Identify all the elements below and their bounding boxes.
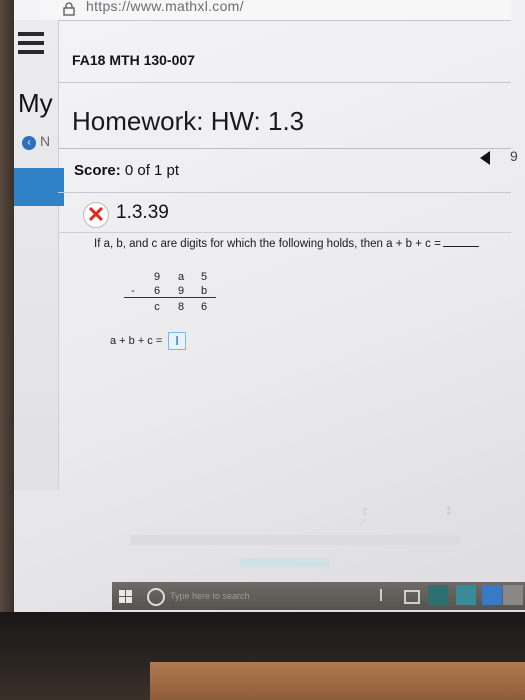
incorrect-x-icon: ✕ [83, 202, 109, 228]
hamburger-menu-icon[interactable] [18, 32, 44, 54]
faint-toolbar-marks: ‡ ⁑ ⁄ [362, 507, 490, 529]
answer-label: a + b + c = [110, 335, 163, 347]
faint-progress-bar [240, 558, 330, 567]
question-prompt: If a, b, and c are digits for which the … [94, 238, 441, 250]
divider [58, 82, 511, 83]
subtraction-rule [124, 297, 216, 298]
score-value: 0 of 1 pt [124, 162, 180, 179]
difference-digit-1: c [154, 301, 160, 313]
sidebar-active-tab[interactable] [14, 168, 64, 206]
minuend-digit-2: a [177, 271, 185, 283]
taskbar-app-icon[interactable] [428, 585, 448, 605]
previous-question-icon[interactable] [480, 151, 490, 165]
mic-icon[interactable] [380, 589, 392, 601]
lock-icon [63, 2, 75, 16]
faint-footer-bar [130, 535, 460, 545]
subtrahend-digit-3: b [200, 285, 208, 297]
homework-title: Homework: HW: 1.3 [72, 106, 305, 136]
course-title: FA18 MTH 130-007 [72, 52, 195, 68]
back-arrow-icon[interactable]: ‹ [22, 136, 36, 150]
desk-surface [150, 662, 525, 700]
divider [58, 192, 511, 193]
score-line: Score: 0 of 1 pt [74, 162, 179, 179]
task-view-icon[interactable] [404, 590, 420, 604]
answer-input[interactable]: I [168, 332, 186, 350]
minuend-digit-1: 9 [153, 271, 161, 283]
difference-digit-3: 6 [200, 301, 208, 313]
subtrahend-digit-1: 6 [153, 285, 161, 297]
browser-url[interactable]: https://www.mathxl.com/ [86, 0, 244, 14]
subtrahend-digit-2: 9 [177, 285, 185, 297]
minuend-digit-3: 5 [200, 271, 208, 283]
score-label: Score: [74, 162, 121, 179]
problem-id: 1.3.39 [116, 202, 169, 223]
question-blank [442, 246, 479, 247]
cortana-search-icon[interactable] [147, 588, 165, 606]
taskbar-app-icon[interactable] [503, 585, 523, 605]
taskbar-app-icon[interactable] [456, 585, 476, 605]
windows-start-icon[interactable] [112, 582, 140, 610]
divider [58, 232, 511, 233]
question-text: If a, b, and c are digits for which the … [94, 238, 479, 250]
taskbar-search-placeholder[interactable]: Type here to search [170, 591, 250, 601]
taskbar-app-icon[interactable] [482, 585, 502, 605]
difference-digit-2: 8 [177, 301, 185, 313]
question-page-number[interactable]: 9 [510, 148, 518, 164]
sidebar-heading-fragment: My [18, 88, 53, 118]
sidebar-back-fragment: N [40, 133, 51, 149]
minus-sign: - [131, 285, 135, 297]
divider [58, 148, 511, 149]
